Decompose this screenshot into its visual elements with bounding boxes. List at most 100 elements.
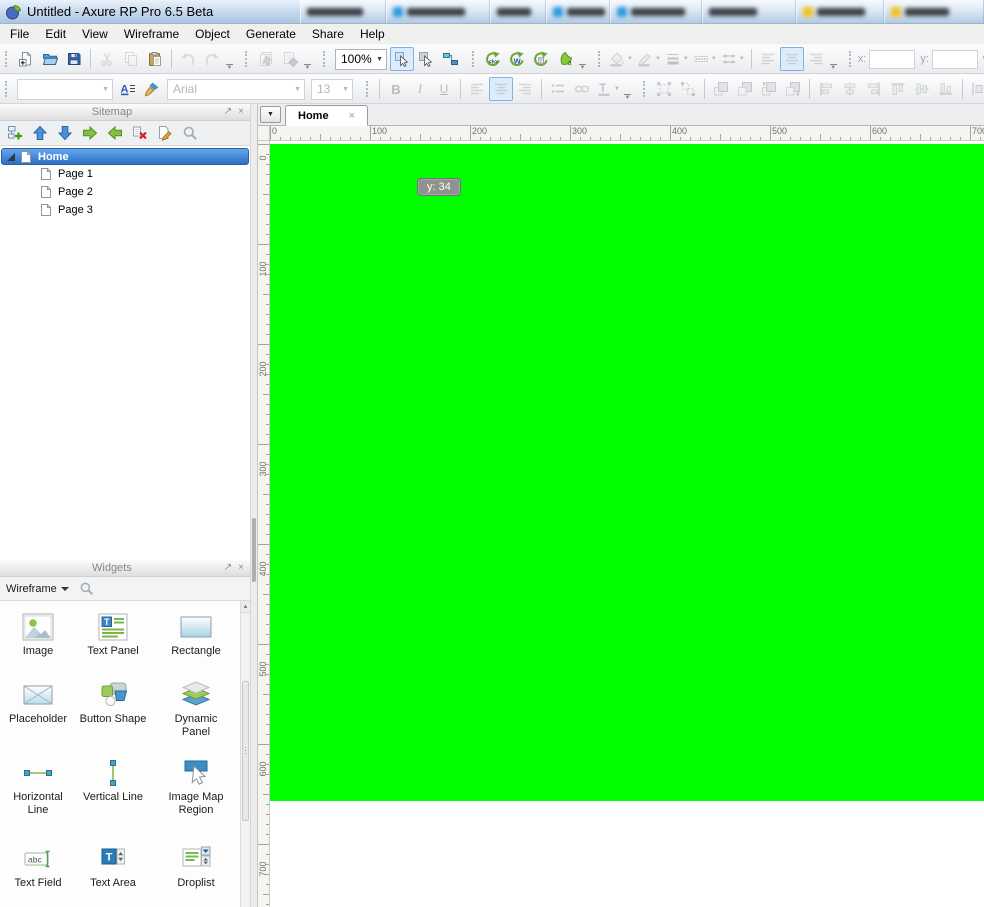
taskbar-tab[interactable] <box>300 0 386 23</box>
chevron-down-icon[interactable]: ▼ <box>711 56 717 62</box>
widget-image[interactable]: Image <box>2 605 74 673</box>
chevron-down-icon[interactable]: ▼ <box>614 86 620 92</box>
generate-html-button[interactable]: <h> <box>481 47 505 71</box>
cut-button[interactable] <box>95 47 119 71</box>
y-field-input[interactable] <box>931 49 978 69</box>
widgets-scrollbar[interactable]: ▲ <box>240 601 250 907</box>
taskbar-tab[interactable] <box>884 0 984 23</box>
tree-item-page-3[interactable]: Page 3 <box>0 201 250 219</box>
widget-text-area[interactable]: T Text Area <box>74 837 152 907</box>
widget-button-shape[interactable]: Button Shape <box>74 673 152 751</box>
ungroup-button[interactable] <box>676 77 700 101</box>
chevron-down-icon[interactable]: ▼ <box>627 56 633 62</box>
widget-image-map-region[interactable]: Image Map Region <box>152 751 240 837</box>
close-panel-icon[interactable]: × <box>238 563 244 573</box>
menu-item-generate[interactable]: Generate <box>238 25 304 43</box>
widget-dynamic-panel[interactable]: Dynamic Panel <box>152 673 240 751</box>
tree-item-home[interactable]: Home <box>1 148 249 165</box>
menu-item-edit[interactable]: Edit <box>37 25 74 43</box>
italic-button[interactable]: I <box>408 77 432 101</box>
canvas-viewport[interactable]: y: 34 <box>270 141 984 907</box>
green-rectangle-widget[interactable] <box>270 144 984 801</box>
menu-item-view[interactable]: View <box>74 25 116 43</box>
move-up-button[interactable] <box>29 123 51 144</box>
style-select[interactable]: ▼ <box>17 78 113 100</box>
toolbar-group-grip[interactable] <box>598 51 602 67</box>
widget-rectangle[interactable]: Rectangle <box>152 605 240 673</box>
font-family-select[interactable]: Arial ▼ <box>167 78 305 100</box>
search-button[interactable] <box>179 123 201 144</box>
apply-style-button[interactable]: A <box>116 77 140 101</box>
line-width-button[interactable]: ▼ <box>663 47 691 71</box>
axure-share-button[interactable]: a <box>553 47 577 71</box>
float-panel-icon[interactable]: ↗ <box>224 563 232 573</box>
toolbar-group-grip[interactable] <box>323 51 327 67</box>
align-top-edges-button[interactable] <box>886 77 910 101</box>
para-align-right-button[interactable] <box>804 47 828 71</box>
tab-home[interactable]: Home × <box>285 105 368 126</box>
send-backward-button[interactable] <box>781 77 805 101</box>
taskbar-tab[interactable] <box>796 0 884 23</box>
menu-item-wireframe[interactable]: Wireframe <box>116 25 187 43</box>
toolbar-group-grip[interactable] <box>472 51 476 67</box>
save-button[interactable] <box>62 47 86 71</box>
float-panel-icon[interactable]: ↗ <box>224 107 232 117</box>
toolbar-group-grip[interactable] <box>366 81 370 97</box>
toolbar-group-grip[interactable] <box>245 51 249 67</box>
chevron-down-icon[interactable]: ▼ <box>655 56 661 62</box>
new-file-button[interactable] <box>14 47 38 71</box>
toolbar-group-grip[interactable] <box>5 81 9 97</box>
line-color-button[interactable]: ▼ <box>635 47 663 71</box>
font-color-button[interactable]: T ▼ <box>594 77 622 101</box>
connect-mode-button[interactable] <box>438 47 462 71</box>
move-left-button[interactable] <box>104 123 126 144</box>
redo-button[interactable] <box>200 47 224 71</box>
distribute-horizontal-button[interactable] <box>967 77 984 101</box>
tree-item-page-1[interactable]: Page 1 <box>0 165 250 183</box>
scroll-up-arrow-icon[interactable]: ▲ <box>241 601 250 613</box>
taskbar-tab[interactable] <box>386 0 490 23</box>
menu-item-file[interactable]: File <box>2 25 37 43</box>
fill-color-button[interactable]: ▼ <box>607 47 635 71</box>
zoom-select[interactable]: 100% ▼ <box>335 48 387 70</box>
panel-splitter[interactable] <box>250 104 258 907</box>
widget-droplist[interactable]: Droplist <box>152 837 240 907</box>
align-middles-v-button[interactable] <box>910 77 934 101</box>
edit-page-button[interactable] <box>154 123 176 144</box>
para-align-left-button[interactable] <box>756 47 780 71</box>
toolbar-group-grip[interactable] <box>5 51 9 67</box>
insert-link-button[interactable] <box>570 77 594 101</box>
taskbar-tab[interactable] <box>610 0 702 23</box>
widget-text-field[interactable]: abc Text Field <box>2 837 74 907</box>
tab-close-icon[interactable]: × <box>349 110 355 121</box>
widget-category-dropdown[interactable]: Wireframe <box>6 583 69 595</box>
taskbar-tab[interactable] <box>546 0 610 23</box>
format-painter-button[interactable] <box>140 77 164 101</box>
align-right-edges-button[interactable] <box>862 77 886 101</box>
bold-button[interactable]: B <box>384 77 408 101</box>
arrow-style-button[interactable]: ▼ <box>719 47 747 71</box>
tree-item-page-2[interactable]: Page 2 <box>0 183 250 201</box>
taskbar-tab[interactable] <box>490 0 546 23</box>
bring-forward-button[interactable] <box>757 77 781 101</box>
close-panel-icon[interactable]: × <box>238 107 244 117</box>
bring-to-front-button[interactable] <box>709 77 733 101</box>
group-button[interactable] <box>652 77 676 101</box>
move-down-button[interactable] <box>54 123 76 144</box>
send-to-back-button[interactable] <box>733 77 757 101</box>
font-size-select[interactable]: 13 ▼ <box>311 78 353 100</box>
line-style-button[interactable]: ▼ <box>691 47 719 71</box>
bullet-list-button[interactable] <box>546 77 570 101</box>
expand-triangle-icon[interactable] <box>7 152 15 161</box>
toolbar-overflow-button[interactable]: ▼ <box>622 94 633 101</box>
toolbar-group-grip[interactable] <box>848 51 853 67</box>
paste-button[interactable] <box>143 47 167 71</box>
taskbar-tab[interactable] <box>702 0 796 23</box>
toolbar-overflow-button[interactable]: ▼ <box>828 64 839 71</box>
widget-horizontal-line[interactable]: Horizontal Line <box>2 751 74 837</box>
align-bottom-edges-button[interactable] <box>934 77 958 101</box>
paste-special-button[interactable] <box>278 47 302 71</box>
align-left-edges-button[interactable] <box>814 77 838 101</box>
tab-list-dropdown[interactable]: ▼ <box>260 106 281 123</box>
add-page-button[interactable] <box>4 123 26 144</box>
